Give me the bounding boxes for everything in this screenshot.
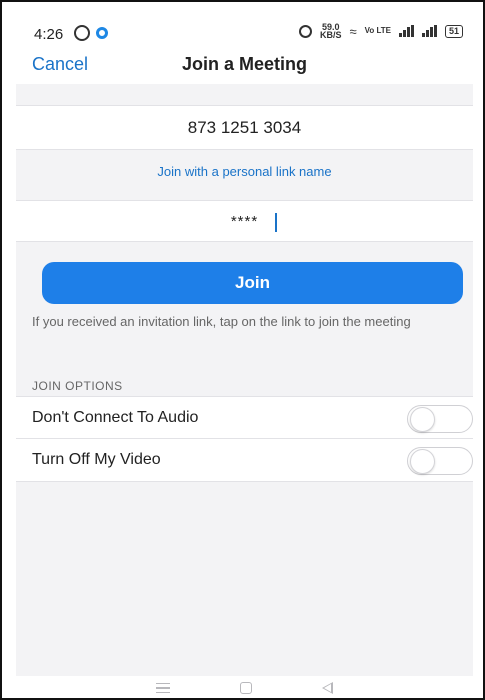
option-row-audio: Don't Connect To Audio (16, 396, 473, 439)
text-cursor (275, 213, 277, 232)
app-screen: 4:26 59.0 KB/S ≈ Vo LTE 51 Cancel Join a… (16, 4, 473, 698)
status-bar: 4:26 59.0 KB/S ≈ Vo LTE 51 (16, 4, 473, 48)
system-nav-bar (16, 676, 473, 698)
option-label-audio: Don't Connect To Audio (32, 409, 199, 426)
nav-header: Cancel Join a Meeting (16, 48, 473, 84)
signal-icon-2 (421, 25, 437, 37)
alarm-icon (298, 24, 312, 38)
passcode-field[interactable] (16, 200, 473, 242)
back-icon[interactable] (322, 682, 333, 694)
status-right-icons: 59.0 KB/S ≈ Vo LTE 51 (298, 23, 463, 40)
join-options-header: JOIN OPTIONS (32, 379, 123, 393)
toggle-knob (410, 449, 435, 474)
option-row-video: Turn Off My Video (16, 439, 473, 482)
option-label-video: Turn Off My Video (32, 451, 161, 468)
status-time: 4:26 (34, 26, 64, 43)
audio-toggle[interactable] (407, 405, 473, 433)
personal-link-button[interactable]: Join with a personal link name (16, 164, 473, 179)
video-toggle[interactable] (407, 447, 473, 475)
wifi-icon: ≈ (349, 23, 357, 39)
passcode-input[interactable] (16, 201, 473, 241)
whatsapp-icon (74, 25, 90, 41)
home-icon[interactable] (240, 682, 252, 694)
screen-frame: 4:26 59.0 KB/S ≈ Vo LTE 51 Cancel Join a… (0, 0, 485, 700)
notification-dot-icon (96, 27, 108, 39)
invitation-hint: If you received an invitation link, tap … (32, 314, 411, 329)
join-button[interactable]: Join (42, 262, 463, 304)
volte-label: Vo LTE (364, 26, 391, 35)
meeting-id-input[interactable] (16, 106, 473, 149)
signal-icon (398, 25, 414, 37)
toggle-knob (410, 407, 435, 432)
menu-icon[interactable] (156, 683, 170, 693)
status-left-icons (74, 25, 108, 41)
network-speed: 59.0 KB/S (319, 23, 342, 40)
cancel-button[interactable]: Cancel (32, 54, 88, 75)
network-speed-unit: KB/S (319, 30, 342, 40)
meeting-id-field[interactable] (16, 105, 473, 150)
battery-icon: 51 (444, 24, 463, 38)
